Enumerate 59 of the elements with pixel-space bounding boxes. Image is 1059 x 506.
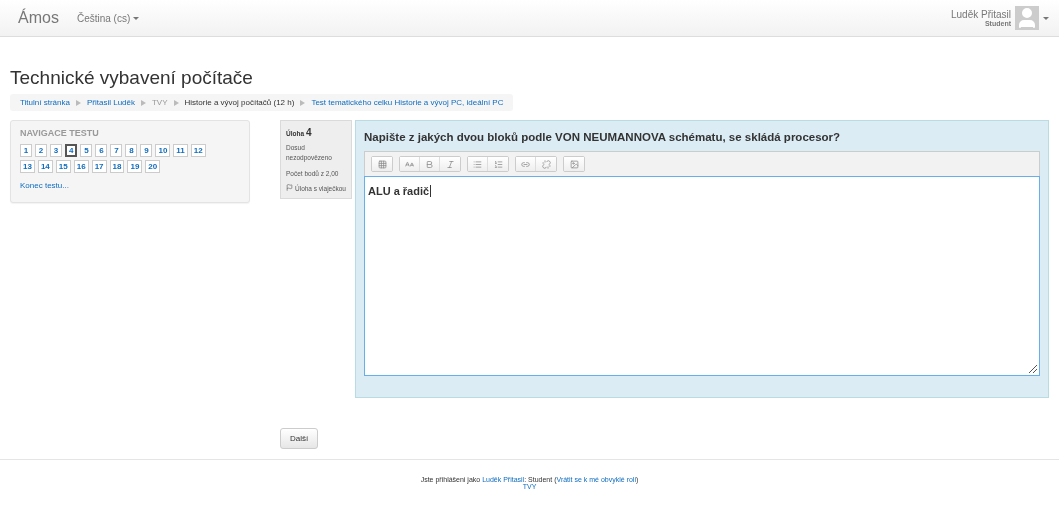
numbered-list-button[interactable]	[488, 157, 508, 171]
question-number-button[interactable]: 8	[125, 144, 138, 157]
question-number-button[interactable]: 5	[80, 144, 93, 157]
flag-icon[interactable]	[286, 184, 293, 192]
breadcrumb-link[interactable]: Přitasil Luděk	[86, 98, 135, 107]
bullet-list-icon	[473, 159, 482, 169]
image-button[interactable]	[564, 157, 584, 171]
question-number-button[interactable]: 17	[91, 160, 107, 173]
bold-button[interactable]	[420, 157, 440, 171]
numbered-list-icon	[493, 159, 503, 169]
question-text: Napište z jakých dvou bloků podle VON NEUMANNOVA schématu, se skládá procesor?	[364, 131, 842, 143]
site-brand[interactable]: Ámos	[18, 9, 59, 27]
separator-icon	[300, 99, 306, 106]
italic-button[interactable]	[440, 157, 460, 171]
question-number-button[interactable]: 14	[37, 160, 53, 173]
italic-icon	[445, 159, 455, 169]
font-size-button[interactable]	[400, 157, 420, 171]
question-number-button[interactable]: 3	[50, 144, 62, 157]
link-button[interactable]	[516, 157, 536, 171]
text-cursor	[430, 185, 432, 197]
question-number-button[interactable]: 12	[190, 144, 206, 157]
breadcrumb-item: Historie a vývoj počítačů (12 h)	[184, 98, 295, 107]
question-number-button[interactable]: 4	[65, 144, 78, 157]
question-number-button[interactable]: 7	[110, 144, 123, 157]
question-number-button[interactable]: 16	[73, 160, 89, 173]
question-number-button[interactable]: 11	[173, 144, 188, 157]
question-number-button[interactable]: 15	[55, 160, 71, 173]
bold-icon	[425, 159, 434, 169]
question-number-button[interactable]: 10	[155, 144, 171, 157]
question-number-button[interactable]: 2	[35, 144, 47, 157]
link-icon	[521, 159, 530, 169]
question-number-button[interactable]: 19	[127, 160, 143, 173]
question-number-button[interactable]: 9	[140, 144, 153, 157]
caret-icon[interactable]	[1043, 16, 1049, 20]
breadcrumb-link[interactable]: Titulní stránka	[20, 98, 70, 107]
bullet-list-button[interactable]	[468, 157, 488, 171]
page-title: Technické vybavení počítače	[10, 67, 254, 89]
unlink-button[interactable]	[536, 157, 556, 171]
separator-icon	[141, 99, 146, 106]
breadcrumb-link[interactable]: Test tematického celku Historie a vývoj PC, ideální PC	[311, 98, 504, 107]
question-number-button[interactable]: 20	[145, 160, 161, 173]
separator-icon	[75, 99, 81, 106]
toolbar-toggle-button[interactable]	[372, 157, 392, 171]
answer-field[interactable]: ALU a řadič	[364, 176, 1040, 376]
user-name: Luděk Přitasil	[950, 9, 1011, 20]
panel-title: NAVIGACE TESTU	[20, 128, 100, 138]
question-number-button[interactable]: 13	[20, 160, 35, 173]
question-number-button[interactable]: 6	[95, 144, 108, 157]
next-button[interactable]: Další	[280, 428, 319, 449]
breadcrumb-item: TVY	[152, 98, 168, 107]
resize-handle-icon[interactable]	[1029, 365, 1037, 373]
toolbar-toggle-icon	[377, 159, 387, 169]
question-number-button[interactable]: 1	[20, 144, 32, 157]
finish-test-link[interactable]: Konec testu...	[20, 181, 240, 190]
separator-icon	[173, 99, 179, 106]
language-menu[interactable]: Čeština (cs)	[76, 12, 140, 24]
question-number-button[interactable]: 18	[109, 160, 125, 173]
font-size-icon	[405, 159, 414, 169]
image-icon	[569, 159, 579, 169]
